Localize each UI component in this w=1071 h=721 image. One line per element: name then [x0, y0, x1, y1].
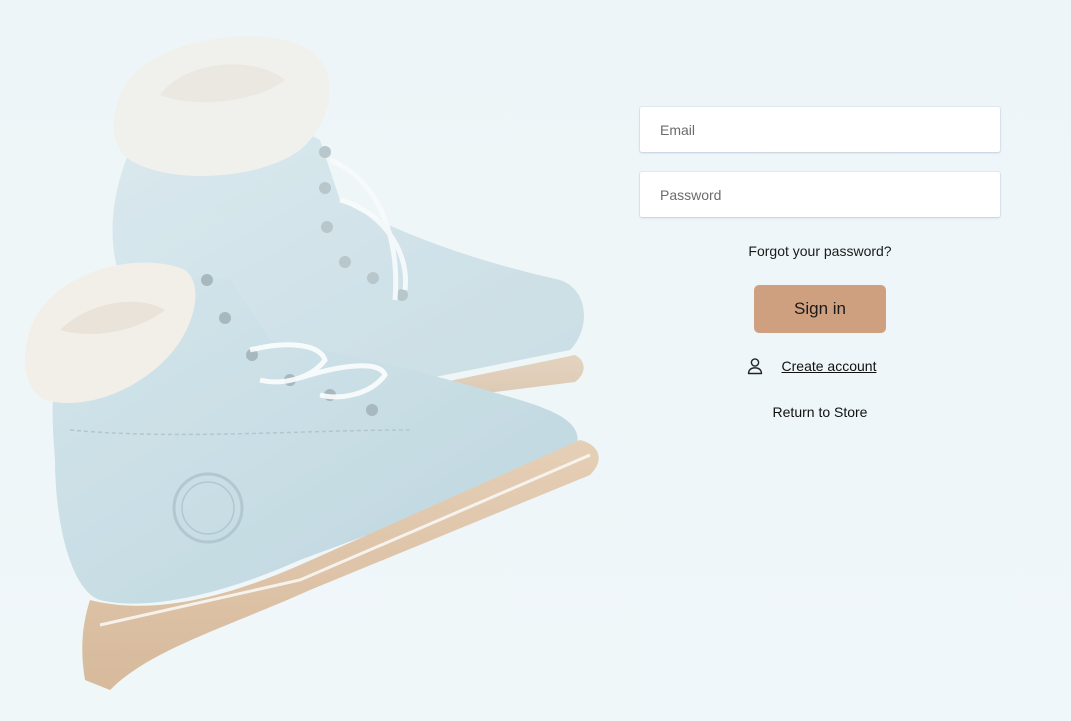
hero-boots-image [0, 0, 640, 721]
password-input[interactable] [640, 172, 1000, 217]
create-account-row: Create account [640, 357, 1000, 375]
user-icon [746, 357, 764, 375]
login-form: Forgot your password? Sign in Create acc… [640, 107, 1000, 420]
forgot-password-link[interactable]: Forgot your password? [640, 243, 1000, 259]
create-account-link[interactable]: Create account [782, 358, 877, 374]
sign-in-button[interactable]: Sign in [754, 285, 886, 333]
email-input[interactable] [640, 107, 1000, 152]
login-page: Forgot your password? Sign in Create acc… [0, 0, 1071, 721]
return-to-store-link[interactable]: Return to Store [640, 404, 1000, 420]
